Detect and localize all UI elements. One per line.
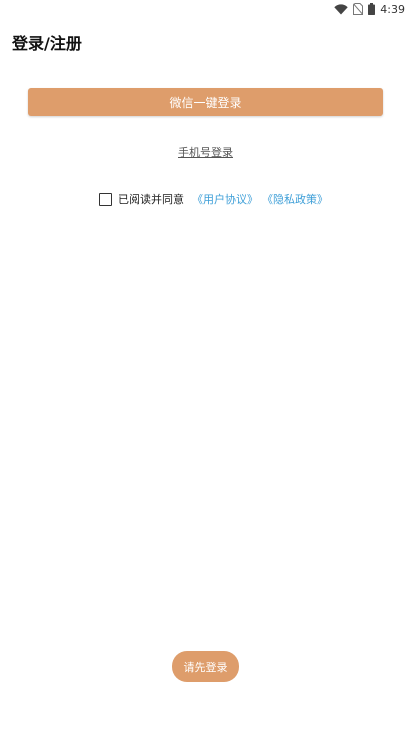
no-sim-icon — [353, 3, 364, 15]
phone-login-link[interactable]: 手机号登录 — [178, 146, 233, 159]
phone-login-link-row: 手机号登录 — [0, 144, 411, 160]
wechat-login-button[interactable]: 微信一键登录 — [28, 88, 383, 116]
clock: 4:39 — [380, 2, 405, 16]
agreement-checkbox[interactable] — [99, 192, 112, 206]
battery-icon — [368, 3, 376, 15]
user-agreement-link[interactable]: 《用户协议》 — [192, 191, 258, 207]
agreement-text: 已阅读并同意 — [118, 193, 184, 206]
page-title: 登录/注册 — [12, 34, 82, 53]
wifi-icon — [334, 3, 348, 14]
agreement-row: 已阅读并同意 《用户协议》 《隐私政策》 — [99, 191, 328, 207]
login-screen: 4:39 登录/注册 微信一键登录 手机号登录 已阅读并同意 《用户协议》 《隐… — [0, 0, 411, 732]
login-first-button[interactable]: 请先登录 — [172, 651, 239, 682]
privacy-policy-link[interactable]: 《隐私政策》 — [262, 191, 328, 207]
status-bar: 4:39 — [0, 0, 411, 18]
